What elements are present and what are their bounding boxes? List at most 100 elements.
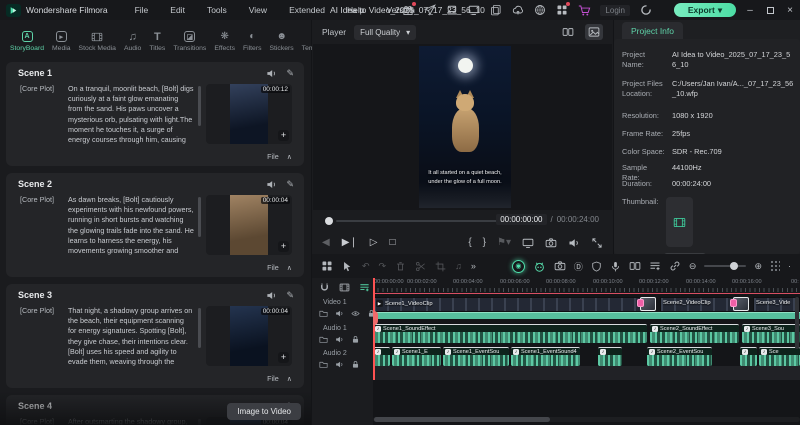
scene-card-1[interactable]: Scene 1 ✎ [Core Plot] On a tranquil, moo… <box>6 62 304 166</box>
tab-storyboard[interactable]: A StoryBoard <box>6 30 48 52</box>
tab-titles[interactable]: T Titles <box>145 30 169 53</box>
tab-project-info[interactable]: Project Info <box>622 22 683 39</box>
track-folder-icon[interactable] <box>319 360 328 369</box>
scene-text[interactable]: As dawn breaks, [Bolt] cautiously experi… <box>68 195 194 257</box>
login-button[interactable]: Login <box>600 4 630 16</box>
scene-file-label[interactable]: File <box>267 263 279 272</box>
horizontal-scrollbar[interactable] <box>373 417 800 422</box>
menu-view[interactable]: View <box>238 5 278 15</box>
audio-clip[interactable]: ♪ Scene2_SoundEffect <box>650 324 739 343</box>
audio-clip[interactable]: ♪ <box>740 347 757 366</box>
menu-edit[interactable]: Edit <box>159 5 196 15</box>
scene-thumbnail[interactable]: 00:00:12 + <box>206 84 292 144</box>
export-button[interactable]: Export ▾ <box>674 3 736 17</box>
scene-edit-icon[interactable]: ✎ <box>286 179 294 190</box>
undo-icon[interactable]: ↶ <box>362 261 370 272</box>
previous-frame-button[interactable]: ◀ <box>322 238 330 248</box>
mark-out-button[interactable]: } <box>483 238 486 248</box>
audio-clip[interactable]: ♪ Scene1_EventSou <box>443 347 509 366</box>
media-manager-icon[interactable] <box>321 260 333 272</box>
play-button[interactable]: ▷ <box>370 238 378 248</box>
audio-clip[interactable]: ♪ Scene3_Sou <box>742 324 800 343</box>
link-icon[interactable] <box>669 260 681 272</box>
scene-edit-icon[interactable]: ✎ <box>286 290 294 301</box>
manage-tracks-icon[interactable] <box>359 282 370 293</box>
menu-file[interactable]: File <box>124 5 160 15</box>
scene-file-label[interactable]: File <box>267 152 279 161</box>
copy-files-icon[interactable] <box>490 4 502 16</box>
volume-button[interactable] <box>568 237 580 249</box>
device-icon[interactable] <box>468 4 480 16</box>
overflow-dot-icon[interactable]: · <box>788 261 791 271</box>
stop-button[interactable]: □ <box>389 238 395 248</box>
more-tools-icon[interactable]: » <box>471 261 476 271</box>
track-mute-icon[interactable] <box>335 309 344 318</box>
collapse-chevron-icon[interactable]: ∧ <box>287 374 292 383</box>
scene-card-2[interactable]: Scene 2 ✎ [Core Plot] As dawn breaks, [B… <box>6 173 304 277</box>
shield-icon[interactable] <box>591 261 602 272</box>
transition-indicator[interactable] <box>637 297 656 311</box>
quality-dropdown[interactable]: Full Quality ▾ <box>354 24 417 40</box>
audio-clip[interactable]: ♪ Scene2_EventSou <box>647 347 712 366</box>
gift-icon[interactable] <box>402 2 417 16</box>
scrollbar-handle[interactable] <box>374 417 550 422</box>
play-to-marker-button[interactable]: ▶❘ <box>342 238 358 248</box>
vertical-scrollbar[interactable] <box>795 297 799 349</box>
playhead-handle[interactable] <box>373 311 378 325</box>
timeline-zoom-slider[interactable] <box>704 262 747 270</box>
beat-detect-icon[interactable]: ♫ <box>455 261 462 271</box>
marker-flag-button[interactable]: ⚑▾ <box>497 238 511 248</box>
snapshot-button[interactable] <box>545 237 557 249</box>
scene-voice-icon[interactable] <box>266 179 277 190</box>
fullscreen-button[interactable] <box>591 237 603 249</box>
scene-text[interactable]: On a tranquil, moonlit beach, [Bolt] dig… <box>68 84 194 146</box>
media-view-icon[interactable] <box>585 24 603 40</box>
collapse-chevron-icon[interactable]: ∧ <box>287 263 292 272</box>
scene-thumbnail[interactable]: 00:00:04 + <box>206 195 292 255</box>
add-clip-button[interactable]: + <box>278 241 289 252</box>
audio-clip[interactable]: ♪ Scene1_E <box>392 347 441 366</box>
video-clip[interactable]: ▶ Scene1_VideoClip <box>373 297 645 312</box>
video-clip[interactable]: Scene2_VideoClip <box>660 297 735 312</box>
multi-view-icon[interactable] <box>559 24 577 40</box>
track-mute-icon[interactable] <box>335 335 344 344</box>
speed-ramp-icon[interactable]: Ⓓ <box>574 260 583 273</box>
ai-bug-icon[interactable] <box>533 260 546 273</box>
transition-indicator[interactable] <box>730 297 749 311</box>
tab-transitions[interactable]: ◪ Transitions <box>169 30 210 52</box>
scene-text-scrollbar[interactable] <box>198 86 201 126</box>
compare-view-button[interactable] <box>522 237 534 249</box>
track-hide-icon[interactable] <box>351 309 360 318</box>
tab-audio[interactable]: ♫ Audio <box>120 30 145 53</box>
add-track-icon[interactable] <box>649 260 661 272</box>
scene-text-scrollbar[interactable] <box>198 197 201 237</box>
cart-icon[interactable] <box>578 4 590 16</box>
record-screen-icon[interactable] <box>554 260 566 272</box>
audio-clip[interactable]: ♪ Sce <box>759 347 800 366</box>
shortcut-grid-icon[interactable] <box>770 260 780 272</box>
zoom-in-icon[interactable]: ⊕ <box>754 261 762 272</box>
seek-handle[interactable] <box>325 217 333 225</box>
video-preview[interactable]: It all started on a quiet beach, under t… <box>419 46 511 208</box>
video-clip[interactable]: Scene3_Vide <box>753 297 800 312</box>
filmstrip-icon[interactable] <box>339 282 350 293</box>
track-lock-icon[interactable] <box>351 360 360 369</box>
collapse-chevron-icon[interactable]: ∧ <box>287 152 292 161</box>
tab-filters[interactable]: ◐ Filters <box>239 30 266 52</box>
redo-icon[interactable]: ↷ <box>379 261 387 272</box>
tab-stickers[interactable]: ☻ Stickers <box>266 30 298 52</box>
export-queue-icon[interactable] <box>446 4 458 16</box>
add-clip-button[interactable]: + <box>278 130 289 141</box>
minimize-button[interactable]: – <box>740 0 760 20</box>
filmora-logo-icon[interactable] <box>6 3 21 17</box>
menu-extended[interactable]: Extended <box>278 5 336 15</box>
track-mute-icon[interactable] <box>335 360 344 369</box>
voiceover-mic-icon[interactable] <box>610 261 621 272</box>
maximize-button[interactable] <box>760 0 780 20</box>
delete-icon[interactable] <box>395 261 406 272</box>
apps-icon[interactable] <box>556 2 571 16</box>
select-tool-icon[interactable] <box>342 261 353 272</box>
zoom-slider-knob[interactable] <box>730 262 739 270</box>
crop-icon[interactable] <box>435 261 446 272</box>
subtitle-strip[interactable] <box>373 312 800 319</box>
